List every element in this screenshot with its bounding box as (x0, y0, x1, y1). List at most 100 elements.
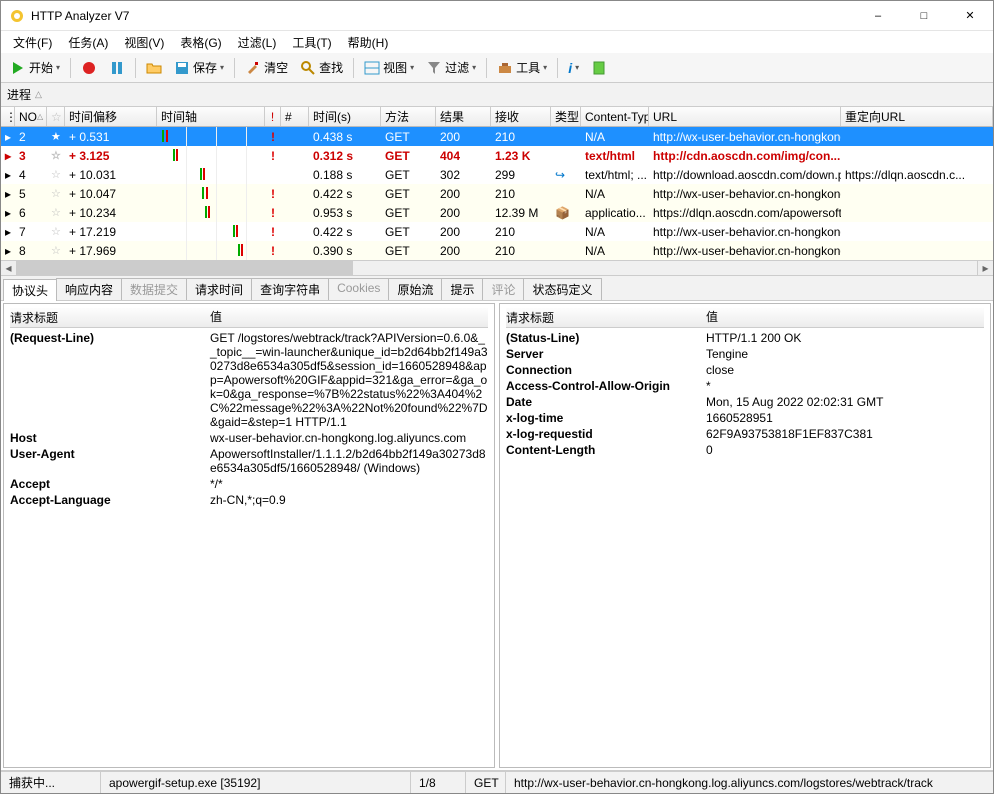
col-url[interactable]: URL (649, 107, 841, 126)
col-marker[interactable]: ⋮ (1, 107, 15, 126)
col-type[interactable]: 类型 (551, 107, 581, 126)
header-key: (Request-Line) (10, 331, 210, 429)
header-val: wx-user-behavior.cn-hongkong.log.aliyunc… (210, 431, 488, 445)
pause-icon (109, 60, 125, 76)
menu-tools[interactable]: 工具(T) (284, 32, 339, 53)
view-button[interactable]: 视图 ▾ (359, 56, 419, 79)
filter-label: 过滤 (445, 59, 469, 76)
scroll-left-icon[interactable]: ◂ (1, 261, 17, 275)
table-row[interactable]: ▸8☆+ 17.969!0.390 sGET200210N/Ahttp://wx… (1, 241, 993, 260)
col-offset[interactable]: 时间偏移 (65, 107, 157, 126)
tab-content[interactable]: 响应内容 (56, 278, 122, 300)
tab-query[interactable]: 查询字符串 (251, 278, 329, 300)
col-timeline[interactable]: 时间轴 (157, 107, 265, 126)
minimize-button[interactable]: – (855, 1, 901, 30)
header-key: Access-Control-Allow-Origin (506, 379, 706, 393)
app-icon (9, 8, 25, 24)
col-result[interactable]: 结果 (436, 107, 491, 126)
triangle-up-icon[interactable]: △ (35, 89, 42, 100)
col-redirect[interactable]: 重定向URL (841, 107, 993, 126)
res-header-val-col: 值 (706, 308, 984, 327)
header-key: Content-Length (506, 443, 706, 457)
stop-button[interactable] (76, 57, 102, 79)
process-filter-label[interactable]: 进程 (7, 86, 31, 103)
grid-h-scrollbar[interactable]: ◂ ▸ (1, 260, 993, 276)
col-duration[interactable]: 时间(s) (309, 107, 381, 126)
table-row[interactable]: ▸7☆+ 17.219!0.422 sGET200210N/Ahttp://wx… (1, 222, 993, 241)
help-button[interactable] (586, 57, 612, 79)
tab-headers[interactable]: 协议头 (3, 279, 57, 301)
request-headers-pane[interactable]: 请求标题值 (Request-Line)GET /logstores/webtr… (3, 303, 495, 768)
response-headers-pane[interactable]: 请求标题值 (Status-Line)HTTP/1.1 200 OKServer… (499, 303, 991, 768)
tab-raw[interactable]: 原始流 (388, 278, 442, 300)
header-key: User-Agent (10, 447, 210, 475)
col-method[interactable]: 方法 (381, 107, 436, 126)
status-position: 1/8 (411, 772, 466, 793)
stop-icon (81, 60, 97, 76)
maximize-button[interactable]: □ (901, 1, 947, 30)
folder-open-icon (146, 60, 162, 76)
close-button[interactable]: ✕ (947, 1, 993, 30)
col-star[interactable]: ☆ (47, 107, 65, 126)
tab-status[interactable]: 状态码定义 (523, 278, 601, 300)
tab-cookies[interactable]: Cookies (328, 278, 389, 300)
col-hash[interactable]: # (281, 107, 309, 126)
header-val: zh-CN,*;q=0.9 (210, 493, 488, 507)
toolbar: 开始 ▾ 保存 ▾ 清空 查找 视图 ▾ 过滤 ▾ 工具 ▾ i▾ (1, 53, 993, 83)
grid-body[interactable]: ▸2★+ 0.531!0.438 sGET200210N/Ahttp://wx-… (1, 127, 993, 260)
titlebar: HTTP Analyzer V7 – □ ✕ (1, 1, 993, 31)
header-val: HTTP/1.1 200 OK (706, 331, 984, 345)
header-key: Accept-Language (10, 493, 210, 507)
header-val: */* (210, 477, 488, 491)
menu-filter[interactable]: 过滤(L) (230, 32, 285, 53)
start-button[interactable]: 开始 ▾ (5, 56, 65, 79)
table-row[interactable]: ▸5☆+ 10.047!0.422 sGET200210N/Ahttp://wx… (1, 184, 993, 203)
table-row[interactable]: ▸2★+ 0.531!0.438 sGET200210N/Ahttp://wx-… (1, 127, 993, 146)
start-label: 开始 (29, 59, 53, 76)
tab-timing[interactable]: 请求时间 (186, 278, 252, 300)
menu-view[interactable]: 视图(V) (116, 32, 172, 53)
status-process: apowergif-setup.exe [35192] (101, 772, 411, 793)
col-no[interactable]: NO △ (15, 107, 47, 126)
header-key: Server (506, 347, 706, 361)
table-row[interactable]: ▸3☆+ 3.125!0.312 sGET4041.23 Ktext/htmlh… (1, 146, 993, 165)
book-icon (591, 60, 607, 76)
grid-header: ⋮ NO △ ☆ 时间偏移 时间轴 ! # 时间(s) 方法 结果 接收 类型 … (1, 107, 993, 127)
find-button[interactable]: 查找 (295, 56, 348, 79)
tab-comments[interactable]: 评论 (482, 278, 524, 300)
scroll-right-icon[interactable]: ▸ (977, 261, 993, 275)
menu-task[interactable]: 任务(A) (60, 32, 116, 53)
window-title: HTTP Analyzer V7 (31, 9, 855, 23)
filter-button[interactable]: 过滤 ▾ (421, 56, 481, 79)
col-ctype[interactable]: Content-Typ (581, 107, 649, 126)
chevron-down-icon: ▾ (56, 63, 60, 72)
open-button[interactable] (141, 57, 167, 79)
header-val: 1660528951 (706, 411, 984, 425)
col-excl[interactable]: ! (265, 107, 281, 126)
search-icon (300, 60, 316, 76)
save-button[interactable]: 保存 ▾ (169, 56, 229, 79)
req-header-key-col: 请求标题 (10, 308, 210, 327)
header-key: Accept (10, 477, 210, 491)
col-receive[interactable]: 接收 (491, 107, 551, 126)
header-key: (Status-Line) (506, 331, 706, 345)
clear-label: 清空 (264, 59, 288, 76)
brush-icon (245, 60, 261, 76)
save-label: 保存 (193, 59, 217, 76)
chevron-down-icon: ▾ (220, 63, 224, 72)
table-row[interactable]: ▸6☆+ 10.234!0.953 sGET20012.39 M📦applica… (1, 203, 993, 222)
menu-help[interactable]: 帮助(H) (340, 32, 397, 53)
pause-button[interactable] (104, 57, 130, 79)
tab-hints[interactable]: 提示 (441, 278, 483, 300)
clear-button[interactable]: 清空 (240, 56, 293, 79)
tab-postdata[interactable]: 数据提交 (121, 278, 187, 300)
table-row[interactable]: ▸4☆+ 10.0310.188 sGET302299↪text/html; .… (1, 165, 993, 184)
menu-file[interactable]: 文件(F) (5, 32, 60, 53)
status-method: GET (466, 772, 506, 793)
info-button[interactable]: i▾ (563, 57, 584, 79)
header-val: ApowersoftInstaller/1.1.1.2/b2d64bb2f149… (210, 447, 488, 475)
tools-button[interactable]: 工具 ▾ (492, 56, 552, 79)
menu-grid[interactable]: 表格(G) (172, 32, 229, 53)
chevron-down-icon: ▾ (410, 63, 414, 72)
find-label: 查找 (319, 59, 343, 76)
